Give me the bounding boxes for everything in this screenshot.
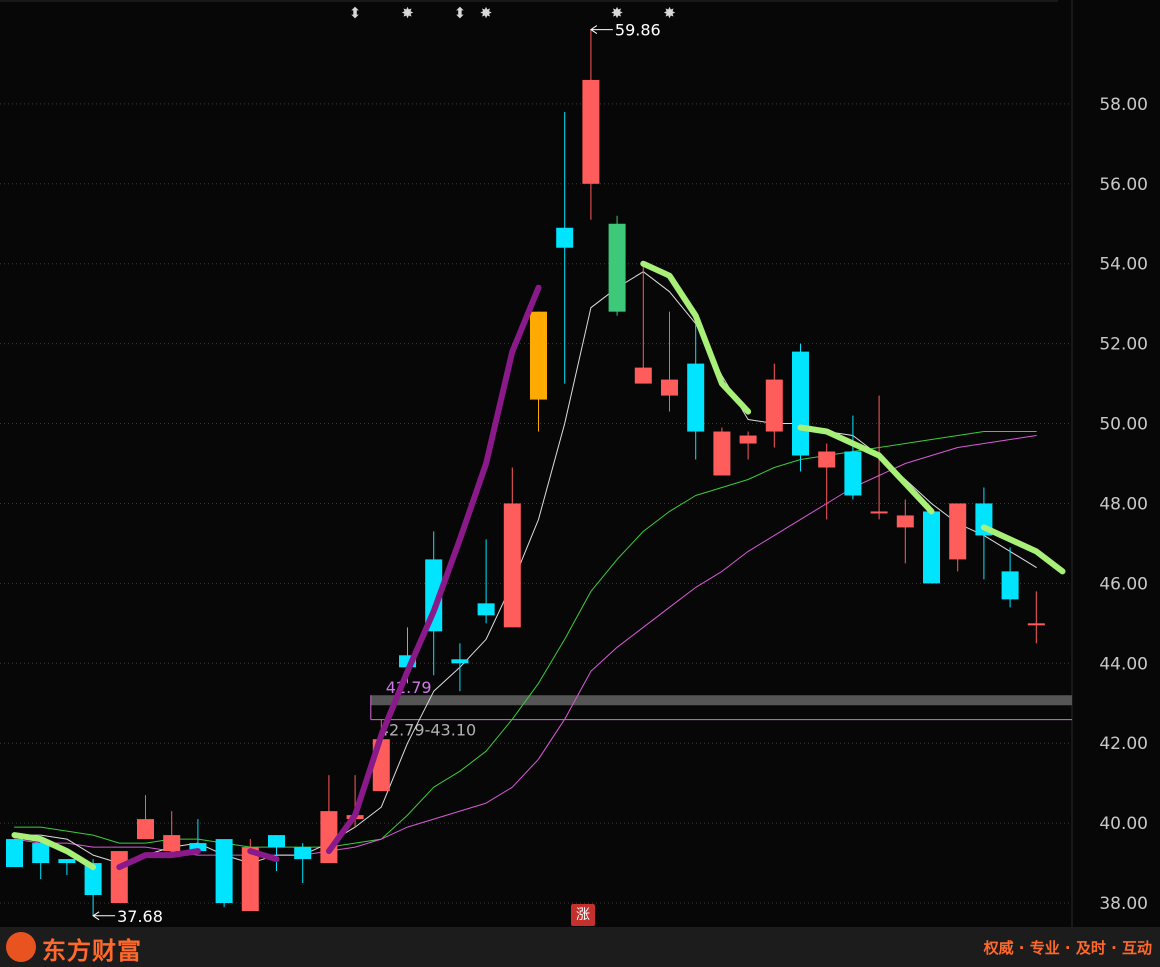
candle-body: [923, 511, 940, 584]
candle-body: [451, 659, 469, 664]
footer-bar: 东方财富 权威 · 专业 · 及时 · 互动: [0, 927, 1160, 967]
candlestick-chart: 38.00 40.00 42.00 44.00 46.00 48.00 50.00 52.00…: [0, 0, 1148, 927]
brand-slogan: 权威 · 专业 · 及时 · 互动: [983, 939, 1152, 957]
candle-body: [687, 363, 705, 432]
zone-label-top: 42.79: [386, 678, 432, 697]
y-tick-label: 56.00: [1099, 175, 1148, 195]
support-zone-band: [370, 695, 1072, 706]
candle-body: [556, 227, 574, 248]
ma-green-line: [14, 431, 1037, 848]
y-tick-label: 46.00: [1099, 574, 1148, 594]
candle-body: [268, 835, 285, 848]
y-tick-label: 42.00: [1099, 734, 1148, 754]
candle-body: [608, 223, 626, 312]
ma-thick-segment: [116, 848, 201, 871]
candle-body: [137, 819, 154, 840]
ma-thick-segment: [980, 524, 1066, 575]
y-tick-label: 50.00: [1099, 415, 1148, 435]
ma-thick-segment: [11, 832, 97, 871]
high-price-label: 59.86: [615, 21, 661, 40]
ma-thick-segment: [797, 424, 935, 515]
y-tick-label: 52.00: [1099, 335, 1148, 355]
y-tick-label: 54.00: [1099, 255, 1148, 275]
signal-marker: ✸: [401, 4, 414, 22]
rise-badge: 涨: [571, 904, 595, 926]
candle-body: [713, 431, 731, 476]
candle-body: [320, 811, 338, 864]
candle-body: [58, 859, 76, 864]
y-tick-label: 48.00: [1099, 494, 1148, 514]
ma-pink-line: [14, 435, 1037, 856]
candle-body: [294, 847, 312, 860]
candle-body: [32, 843, 50, 864]
low-price-label: 37.68: [117, 907, 163, 926]
signal-marker: ✸: [663, 4, 676, 22]
brand-name: 东方财富: [42, 937, 142, 965]
candle-body: [634, 367, 652, 384]
candle-body: [6, 839, 23, 868]
y-tick-label: 40.00: [1099, 814, 1148, 834]
candle-body: [215, 839, 233, 904]
candle-body: [241, 847, 259, 912]
candle-body: [1001, 571, 1019, 600]
signal-marker: ✸: [611, 4, 624, 22]
candle-body: [477, 603, 495, 616]
candle-body: [896, 515, 914, 528]
candle-body: [1027, 623, 1045, 626]
candle-body: [870, 511, 888, 514]
ma-white-line: [14, 271, 1037, 864]
zone-label-range: 42.79-43.10: [379, 721, 476, 740]
brand-logo-icon: [6, 932, 36, 962]
signal-marker: ⬍: [454, 4, 467, 22]
candle-body: [661, 379, 678, 396]
candle-body: [163, 835, 181, 852]
candle-body: [792, 351, 809, 456]
candle-body: [110, 851, 128, 904]
y-tick-label: 44.00: [1099, 654, 1148, 674]
y-tick-label: 58.00: [1099, 95, 1148, 115]
candle-body: [582, 79, 600, 184]
candle-body: [739, 435, 757, 444]
candle-body: [844, 451, 862, 496]
candle-body: [949, 503, 967, 560]
signal-marker: ✸: [480, 4, 493, 22]
candle-body: [818, 451, 836, 468]
y-tick-label: 38.00: [1099, 894, 1148, 914]
candle-body: [530, 311, 547, 400]
candle-body: [765, 379, 783, 432]
signal-marker: ⬍: [349, 4, 362, 22]
candle-body: [503, 503, 521, 628]
